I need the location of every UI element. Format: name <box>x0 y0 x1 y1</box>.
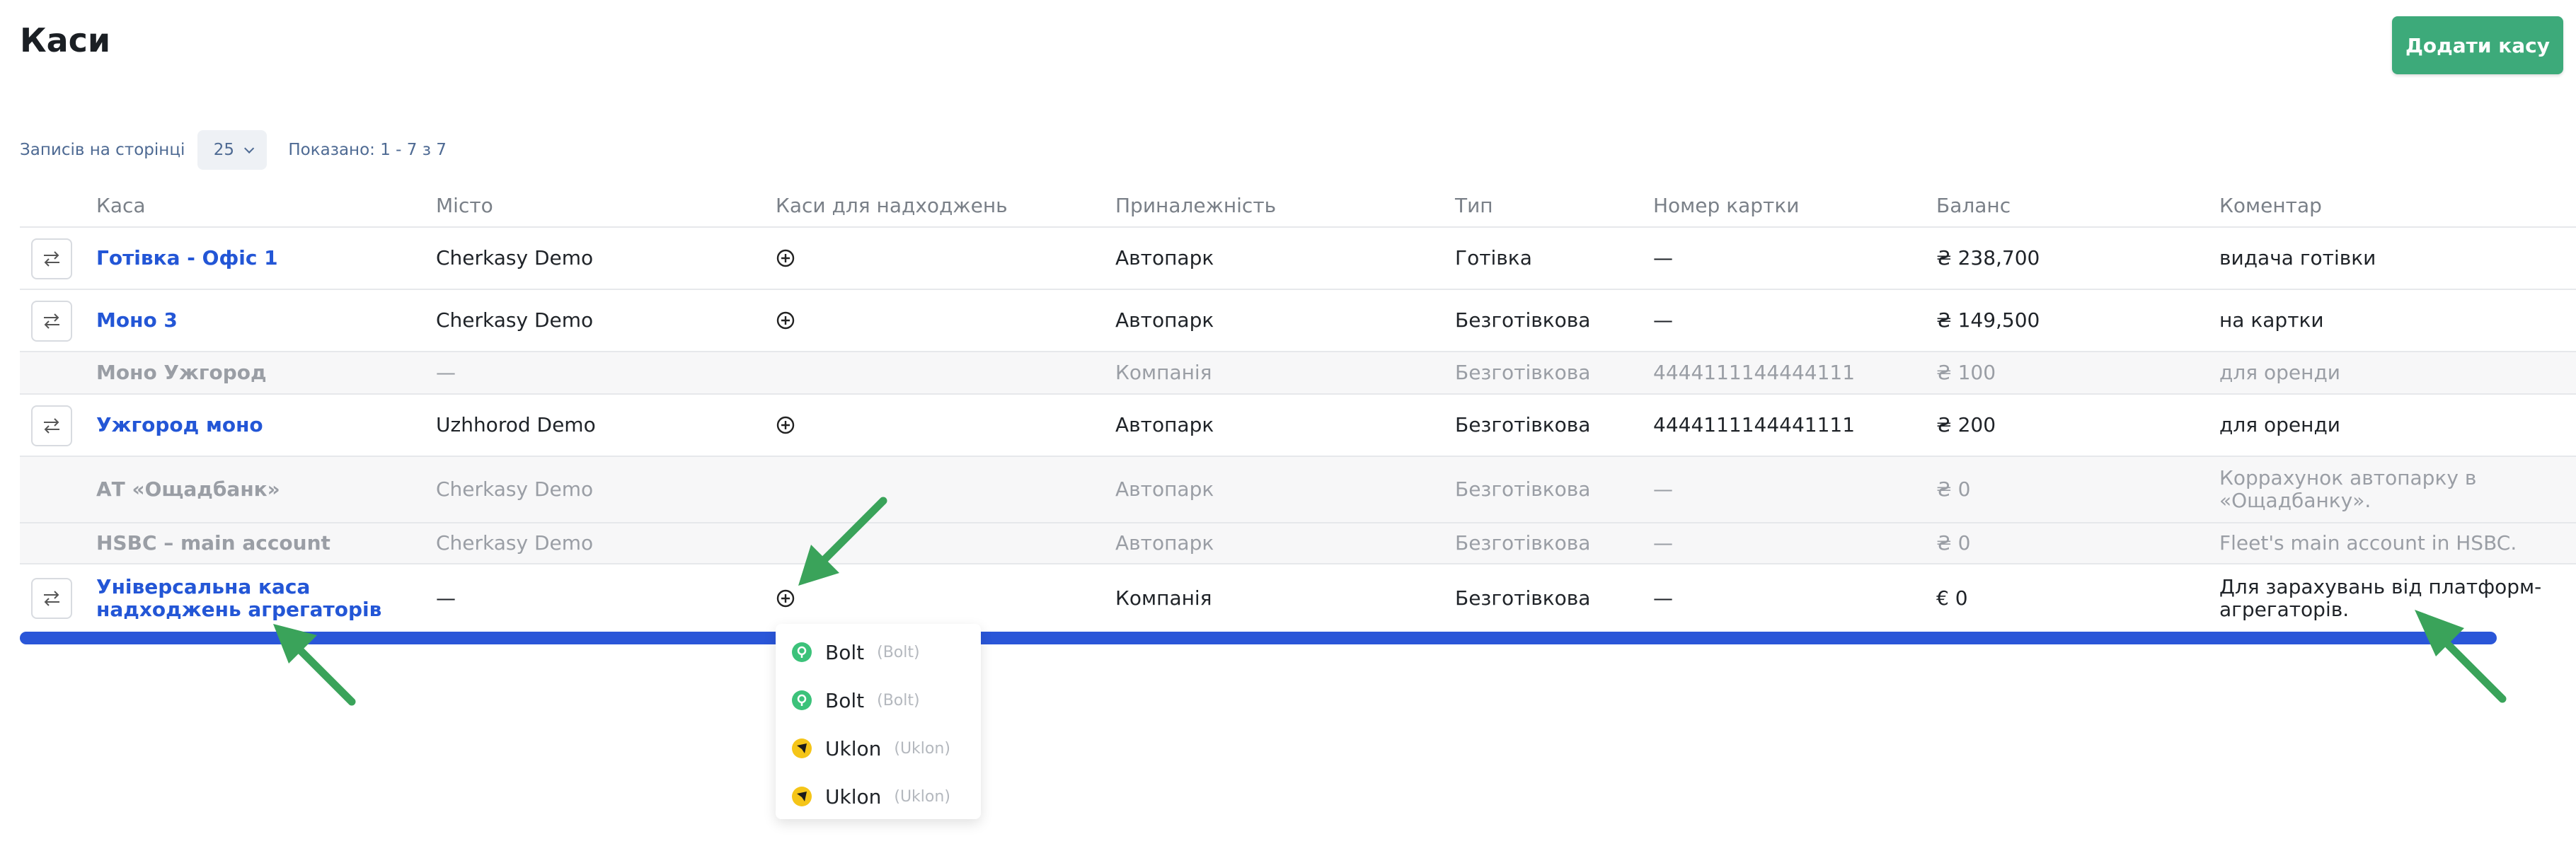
arrow-to-plus-icon <box>798 497 887 586</box>
arrow-to-cash-name <box>273 624 356 706</box>
arrow-to-comment <box>2415 610 2507 703</box>
annotation-arrows <box>273 497 2507 706</box>
